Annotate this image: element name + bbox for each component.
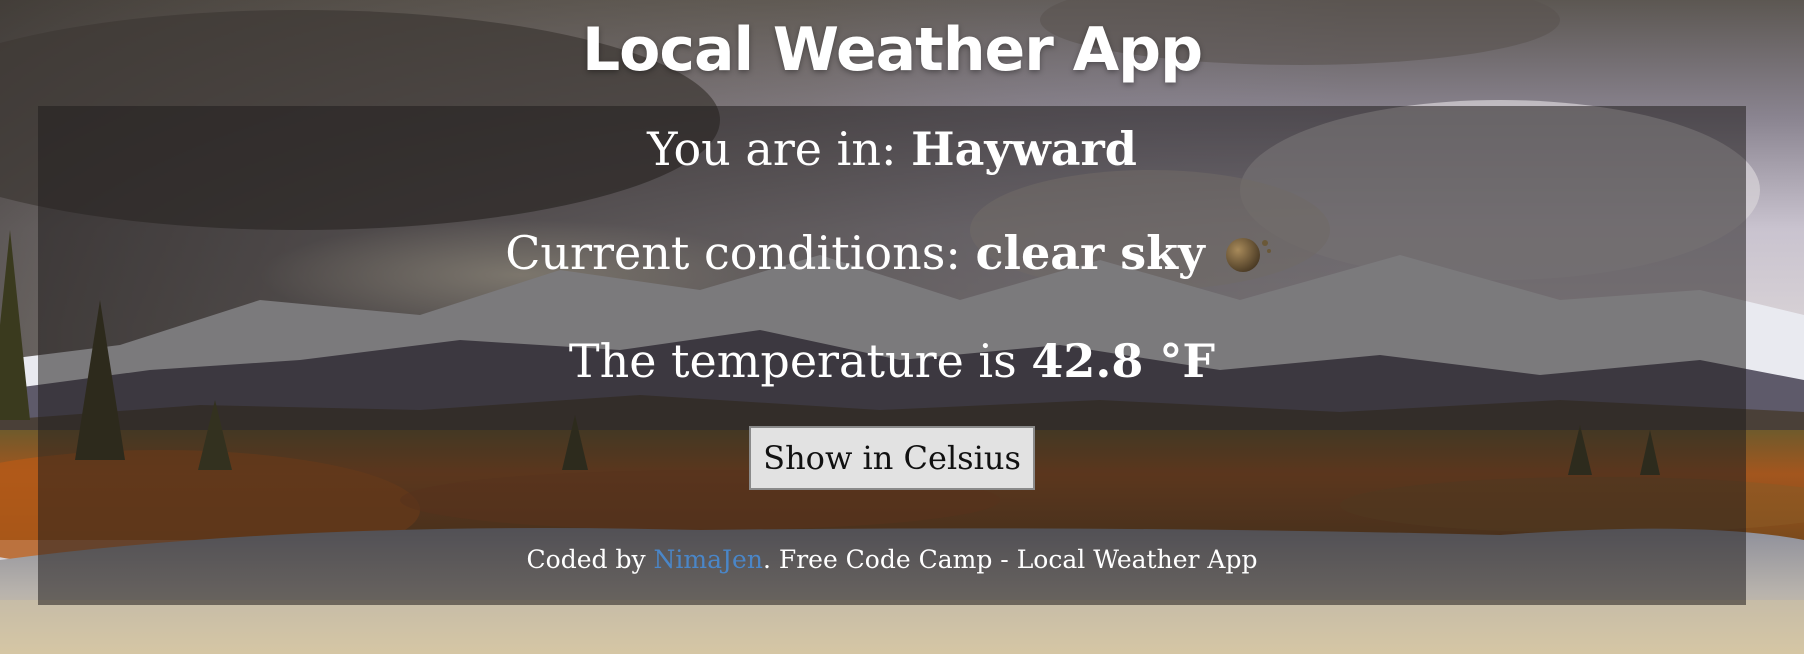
- weather-panel: You are in: Hayward Current conditions: …: [38, 106, 1746, 605]
- temperature-label: The temperature is: [568, 334, 1032, 388]
- location-row: You are in: Hayward: [38, 114, 1746, 184]
- author-link[interactable]: NimaJen: [654, 545, 763, 574]
- footer-prefix: Coded by: [526, 545, 654, 574]
- conditions-value: clear sky: [975, 226, 1205, 280]
- clear-sky-weather-icon: [1225, 238, 1271, 272]
- conditions-label: Current conditions:: [505, 226, 976, 280]
- temperature-row: The temperature is 42.8 °F: [38, 326, 1746, 396]
- footer-suffix: . Free Code Camp - Local Weather App: [762, 545, 1258, 574]
- footer-credit: Coded by NimaJen. Free Code Camp - Local…: [38, 542, 1746, 578]
- location-label: You are in:: [647, 122, 912, 176]
- show-in-celsius-button[interactable]: Show in Celsius: [749, 426, 1035, 490]
- page-title: Local Weather App: [581, 15, 1203, 85]
- temperature-value: 42.8 °F: [1031, 334, 1216, 388]
- location-city: Hayward: [911, 122, 1137, 176]
- conditions-row: Current conditions: clear sky: [38, 218, 1746, 288]
